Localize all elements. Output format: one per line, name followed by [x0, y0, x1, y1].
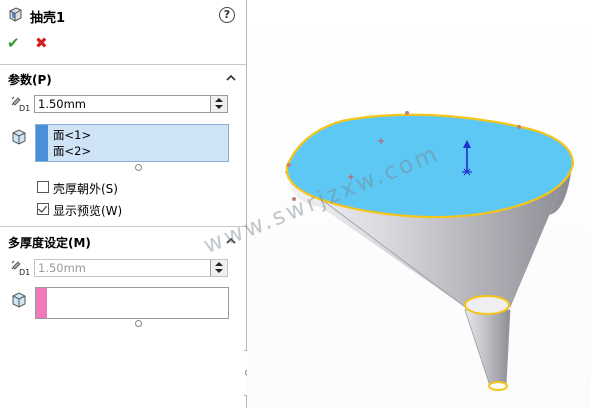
list-resize-handle[interactable] — [135, 164, 142, 171]
divider — [0, 226, 246, 227]
cancel-button[interactable]: ✖ — [35, 34, 48, 52]
multi-thickness-spinner[interactable] — [210, 260, 227, 276]
shell-feature-icon — [9, 7, 22, 22]
spin-down-icon[interactable] — [215, 269, 223, 273]
faces-list[interactable]: 面<1> 面<2> — [35, 124, 229, 162]
selection-color-bar — [36, 288, 47, 318]
svg-text:D1: D1 — [19, 104, 30, 113]
title-bar: 抽壳1 ? — [0, 0, 246, 30]
spin-up-icon[interactable] — [215, 262, 223, 266]
multi-thickness-dimension-icon: D1 — [11, 260, 30, 277]
multi-thickness-faces-list[interactable] — [35, 287, 229, 319]
multi-thickness-section-title[interactable]: 多厚度设定(M) — [8, 234, 91, 251]
spin-down-icon[interactable] — [215, 105, 223, 109]
property-manager-panel: 抽壳1 ? ✔ ✖ 参数(P) D1 1.50mm 面<1> 面<2> 壳厚朝外… — [0, 0, 247, 408]
checkbox-box[interactable] — [37, 181, 49, 193]
multi-thickness-value[interactable]: 1.50mm — [38, 261, 86, 275]
thickness-dimension-icon: D1 — [11, 96, 30, 113]
thickness-value[interactable]: 1.50mm — [38, 97, 86, 111]
neck-edge[interactable] — [464, 295, 510, 315]
face-item[interactable]: 面<1> — [53, 127, 91, 143]
checkbox-box-checked[interactable] — [37, 203, 49, 215]
thickness-spinner[interactable] — [210, 96, 227, 112]
show-preview-label: 显示预览(W) — [53, 204, 123, 218]
divider — [0, 64, 246, 65]
multi-thickness-faces-icon — [12, 292, 26, 308]
chevron-up-icon[interactable] — [226, 73, 236, 83]
vertex-point[interactable] — [287, 163, 291, 167]
ok-button[interactable]: ✔ — [7, 34, 20, 52]
spin-up-icon[interactable] — [215, 98, 223, 102]
panel-title: 抽壳1 — [30, 11, 66, 26]
svg-text:D1: D1 — [19, 268, 30, 277]
vertex-point[interactable] — [517, 125, 521, 129]
params-section-title[interactable]: 参数(P) — [8, 71, 52, 88]
list-resize-handle[interactable] — [135, 320, 142, 327]
face-item[interactable]: 面<2> — [53, 143, 91, 159]
vertex-point[interactable] — [405, 111, 409, 115]
selection-color-bar — [36, 125, 48, 161]
help-icon[interactable]: ? — [219, 7, 235, 23]
thickness-input[interactable]: 1.50mm — [34, 95, 228, 113]
spout-edge[interactable] — [488, 381, 508, 391]
shell-outward-label: 壳厚朝外(S) — [53, 182, 118, 196]
funnel-spout[interactable] — [464, 309, 511, 387]
faces-to-remove-icon — [12, 129, 26, 145]
multi-thickness-input[interactable]: 1.50mm — [34, 259, 228, 277]
